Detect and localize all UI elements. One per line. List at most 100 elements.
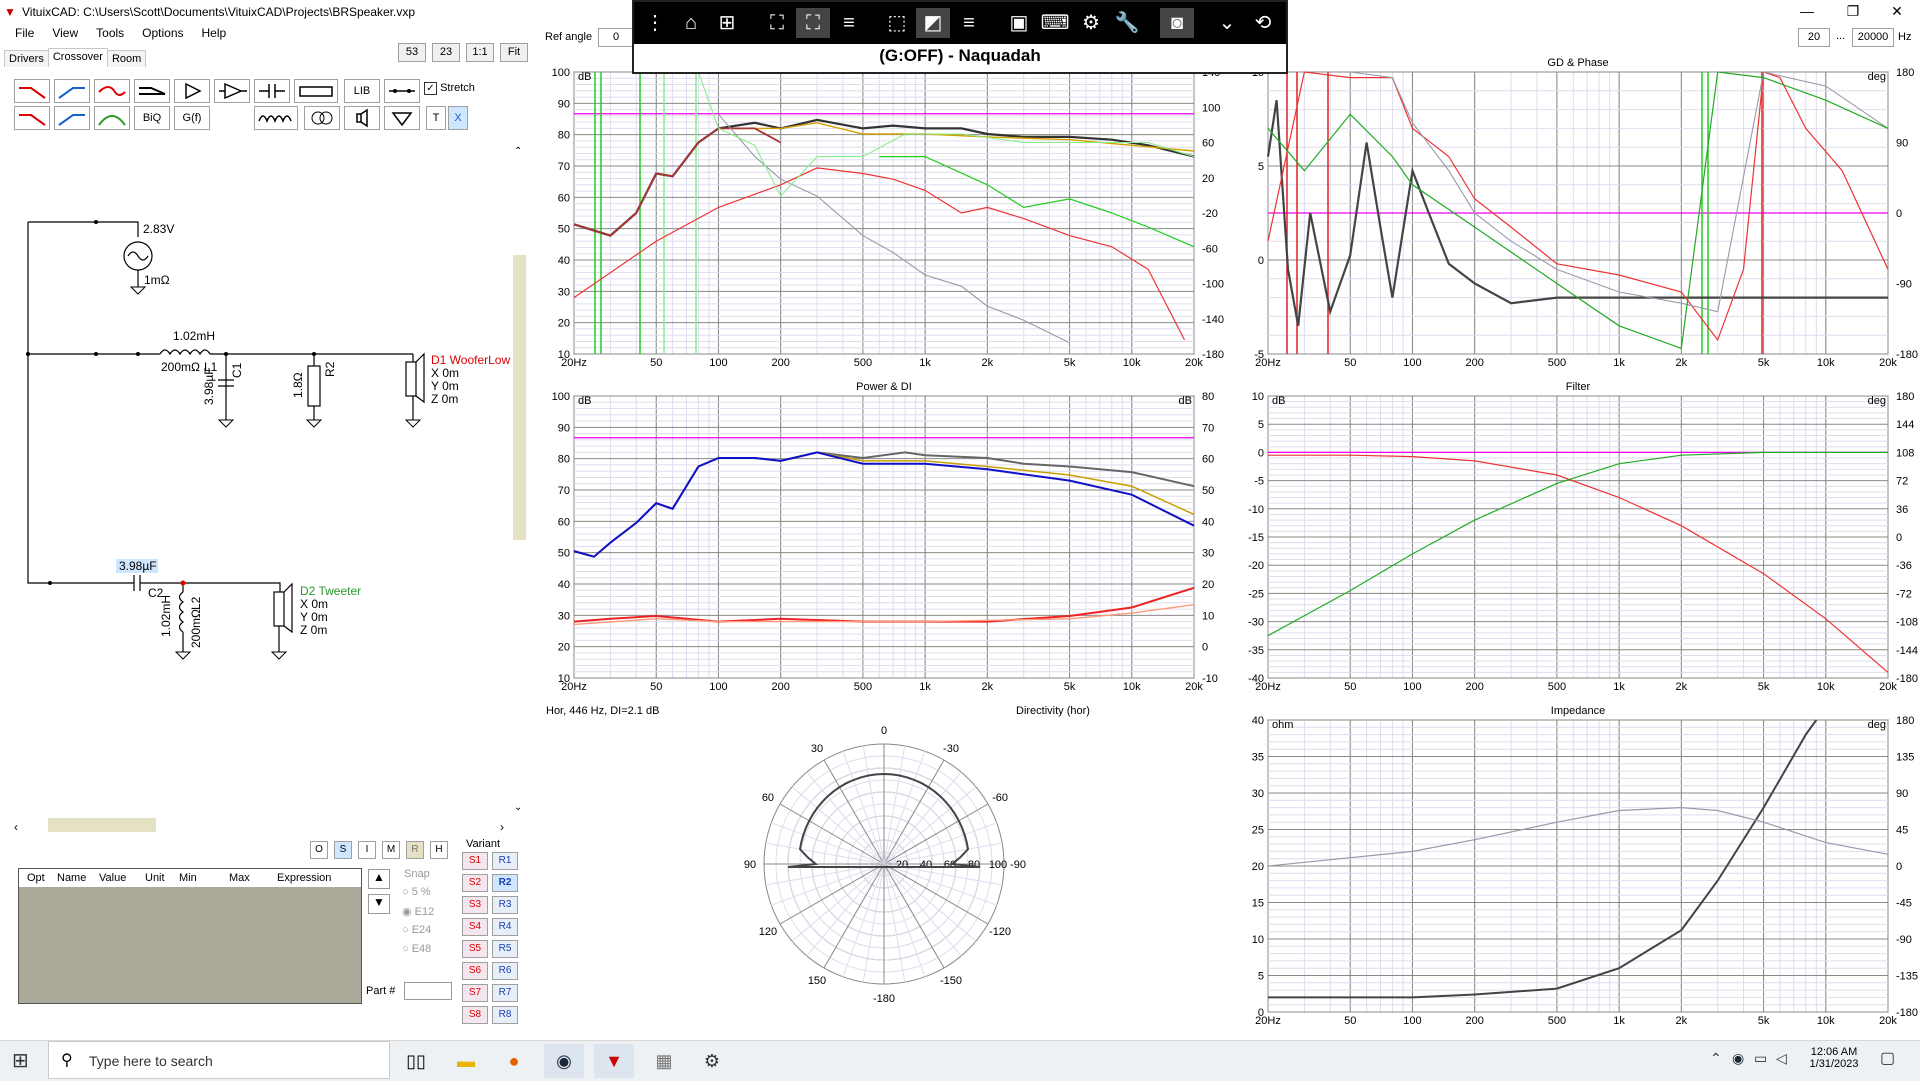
power-y2tick: 80 — [1202, 391, 1214, 403]
impedance-plot — [1267, 719, 1889, 1013]
charts-area[interactable]: 20Hz 50 100 200 500 1k 2k 5k 10k 20k1009080706050… — [0, 0, 1920, 1040]
new-window-icon[interactable]: ⊞ — [710, 8, 744, 38]
steam-tray-icon[interactable]: ◉ — [1732, 1050, 1744, 1067]
polar-angle-label: -90 — [1010, 859, 1026, 871]
spl-xtick: 5k — [1064, 357, 1076, 369]
gd-y2tick: -90 — [1896, 279, 1912, 291]
spl-y2tick: -180 — [1202, 349, 1224, 361]
file-explorer-icon[interactable]: ▬ — [446, 1044, 486, 1078]
gd-xtick: 2k — [1676, 357, 1688, 369]
filter-y2tick: -180 — [1896, 673, 1918, 685]
gd-ytick: 0 — [1258, 255, 1264, 267]
spl-ytick: 90 — [558, 98, 570, 110]
chevron-down-icon[interactable]: ⌄ — [1210, 8, 1244, 38]
spl-y2tick: -140 — [1202, 314, 1224, 326]
firefox-icon[interactable]: ● — [494, 1044, 534, 1078]
menu-icon[interactable]: ≡ — [832, 8, 866, 38]
gd-y2tick: 180 — [1896, 67, 1914, 79]
filter-ytick: -30 — [1248, 617, 1264, 629]
home-icon[interactable]: ⌂ — [674, 8, 708, 38]
volume-icon[interactable]: ◁ — [1776, 1050, 1787, 1067]
spl-xtick: 100 — [709, 357, 727, 369]
impedance-y2tick: 135 — [1896, 752, 1914, 764]
power-y2tick: -10 — [1202, 673, 1218, 685]
power-ytick: 20 — [558, 642, 570, 654]
filter-y2tick: 144 — [1896, 419, 1914, 431]
gd-xtick: 50 — [1344, 357, 1356, 369]
overlay-status: (G:OFF) - Naquadah — [879, 46, 1041, 65]
impedance-xtick: 5k — [1758, 1015, 1770, 1027]
spl-y2tick: -100 — [1202, 279, 1224, 291]
fit-screen-icon[interactable]: ⛶ — [760, 8, 794, 38]
polar-angle-label: 60 — [762, 792, 774, 804]
windows-start-icon[interactable]: ⊞ — [12, 1048, 29, 1073]
spl-ytick: 100 — [552, 67, 570, 79]
directivity-info: Hor, 446 Hz, DI=2.1 dB — [546, 705, 659, 717]
app-icon[interactable]: ▦ — [644, 1044, 684, 1078]
gd-xtick: 20k — [1879, 357, 1897, 369]
power-y2tick: 10 — [1202, 610, 1214, 622]
stretch-icon[interactable]: ◩ — [916, 8, 950, 38]
filter-ytick: -15 — [1248, 532, 1264, 544]
impedance-ytick: 35 — [1252, 752, 1264, 764]
more-vert-icon[interactable]: ⋮ — [638, 8, 672, 38]
spl-xtick: 20k — [1185, 357, 1203, 369]
spl-ytick: 80 — [558, 130, 570, 142]
steam-icon[interactable]: ◉ — [544, 1044, 584, 1078]
settings-icon[interactable]: ⚙ — [1074, 8, 1108, 38]
power-ytick: 40 — [558, 579, 570, 591]
network-icon[interactable]: ▭ — [1754, 1050, 1767, 1067]
spl-ytick: 30 — [558, 286, 570, 298]
impedance-y2tick: -45 — [1896, 898, 1912, 910]
filter-ytick: 5 — [1258, 419, 1264, 431]
gd-xtick: 200 — [1465, 357, 1483, 369]
clock[interactable]: 12:06 AM 1/31/2023 — [1804, 1046, 1864, 1070]
filter-y2label: deg — [1868, 395, 1886, 407]
impedance-ytick: 30 — [1252, 788, 1264, 800]
impedance-ylabel: ohm — [1272, 719, 1293, 731]
clock-time: 12:06 AM — [1810, 1046, 1858, 1058]
impedance-ytick: 25 — [1252, 825, 1264, 837]
power-xtick: 1k — [919, 681, 931, 693]
spl-ytick: 40 — [558, 255, 570, 267]
filter-ytick: -40 — [1248, 673, 1264, 685]
keyboard-icon[interactable]: ⌨ — [1038, 8, 1072, 38]
window-icon[interactable]: ▣ — [1002, 8, 1036, 38]
vituixcad-icon[interactable]: ▼ — [594, 1044, 634, 1078]
spl-xtick: 50 — [650, 357, 662, 369]
filter-ylabel: dB — [1272, 395, 1285, 407]
filter-ytick: -25 — [1248, 588, 1264, 600]
polar-angle-label: 30 — [811, 743, 823, 755]
menu2-icon[interactable]: ≡ — [952, 8, 986, 38]
search-icon: ⚲ — [61, 1052, 73, 1069]
polar-angle-label: 120 — [759, 926, 777, 938]
camera-icon[interactable]: ◙ — [1160, 8, 1194, 38]
filter-ytick: -35 — [1248, 645, 1264, 657]
spl-y2tick: -60 — [1202, 243, 1218, 255]
gd-title: GD & Phase — [1547, 57, 1608, 69]
power-y2tick: 40 — [1202, 516, 1214, 528]
polar-angle-label: -60 — [992, 792, 1008, 804]
gd-y2label: deg — [1868, 71, 1886, 83]
fullscreen-icon[interactable]: ⛶ — [796, 8, 830, 38]
directivity-title: Directivity (hor) — [1016, 705, 1090, 717]
tray-chevron-icon[interactable]: ⌃ — [1710, 1050, 1722, 1067]
spl-xtick: 10k — [1123, 357, 1141, 369]
impedance-title: Impedance — [1551, 705, 1605, 717]
power-y2tick: 50 — [1202, 485, 1214, 497]
notifications-icon[interactable]: ▢ — [1880, 1048, 1895, 1068]
filter-title: Filter — [1566, 381, 1591, 393]
wrench-icon[interactable]: 🔧 — [1110, 8, 1144, 38]
scale-icon[interactable]: ⬚ — [880, 8, 914, 38]
impedance-xtick: 50 — [1344, 1015, 1356, 1027]
taskbar-search[interactable]: ⚲ Type here to search — [48, 1041, 390, 1079]
task-view-icon[interactable]: ▯▯ — [396, 1044, 436, 1078]
disconnect-icon[interactable]: ⟲ — [1246, 8, 1280, 38]
settings-taskbar-icon[interactable]: ⚙ — [692, 1044, 732, 1078]
remote-toolbar-overlay: ⋮ ⌂ ⊞ ⛶ ⛶ ≡ ⬚ ◩ ≡ ▣ ⌨ ⚙ 🔧 ◙ ⌄ ⟲ (G:OFF) … — [632, 0, 1288, 74]
impedance-xtick: 20k — [1879, 1015, 1897, 1027]
power-xtick: 100 — [709, 681, 727, 693]
polar-angle-label: -150 — [940, 975, 962, 987]
power-xtick: 500 — [854, 681, 872, 693]
impedance-xtick: 200 — [1465, 1015, 1483, 1027]
